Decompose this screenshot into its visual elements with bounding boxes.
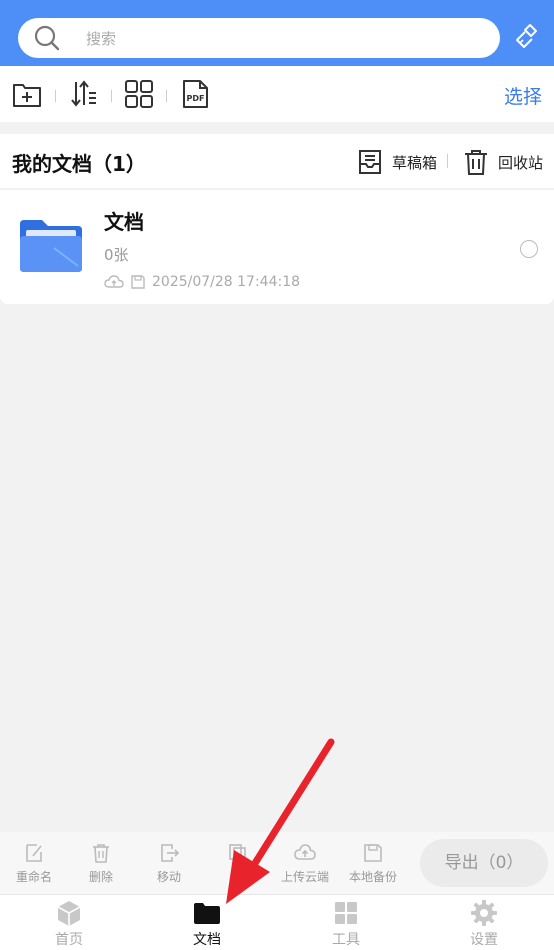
drafts-label: 草稿箱 (392, 153, 438, 172)
documents-section-header: 我的文档（1） 草稿箱 回收站 (0, 134, 554, 188)
section-divider (447, 154, 448, 168)
toolbar-divider (111, 90, 112, 102)
nav-tools[interactable]: 工具 (306, 899, 386, 949)
folder-icon (20, 220, 82, 272)
recycle-bin-button[interactable]: 回收站 (462, 148, 543, 176)
nav-tools-label: 工具 (332, 932, 360, 948)
recycle-bin-label: 回收站 (498, 153, 544, 172)
grid-view-icon[interactable] (124, 79, 154, 109)
search-input[interactable]: 搜索 (18, 18, 500, 58)
nav-home[interactable]: 首页 (29, 899, 109, 949)
folder-icon (194, 903, 220, 924)
gear-icon (471, 900, 497, 926)
move-label: 移动 (156, 870, 181, 884)
rename-button[interactable]: 重命名 (0, 842, 68, 885)
toolbar-divider (166, 90, 167, 102)
save-icon (364, 844, 382, 862)
search-placeholder: 搜索 (86, 30, 117, 48)
document-name: 文档 (104, 210, 144, 234)
cloud-upload-icon (294, 844, 316, 860)
select-button[interactable]: 选择 (504, 82, 542, 109)
nav-home-label: 首页 (55, 932, 83, 948)
upload-cloud-label: 上传云端 (280, 870, 329, 884)
trash-icon (465, 150, 487, 175)
spacer (0, 122, 554, 134)
home-cube-icon (57, 901, 81, 926)
clean-brush-icon[interactable] (512, 22, 542, 52)
nav-documents-label: 文档 (193, 932, 221, 948)
rename-label: 重命名 (15, 870, 52, 884)
document-list-item[interactable]: 文档 0张 2025/07/28 17:44:18 (0, 190, 554, 304)
pdf-icon-label: PDF (187, 94, 205, 103)
action-bar: 重命名 删除 移动 上传云端 本地备份 导出（0） (0, 832, 554, 894)
toolbar-divider (55, 90, 56, 102)
document-meta: 2025/07/28 17:44:18 (104, 274, 300, 290)
local-backup-label: 本地备份 (348, 870, 397, 884)
tools-grid-icon (335, 902, 357, 924)
top-bar: 搜索 (0, 0, 554, 66)
drafts-icon (359, 150, 381, 174)
cloud-upload-icon (104, 275, 124, 288)
export-button[interactable]: 导出（0） (420, 839, 548, 887)
section-title: 我的文档（1） (12, 152, 146, 176)
nav-settings-label: 设置 (470, 932, 498, 948)
sort-icon[interactable] (70, 79, 100, 109)
delete-label: 删除 (88, 870, 113, 884)
nav-documents[interactable]: 文档 (167, 899, 247, 949)
select-radio[interactable] (520, 240, 538, 258)
toolbar: PDF 选择 (0, 66, 554, 122)
edit-icon (26, 844, 42, 862)
drafts-button[interactable]: 草稿箱 (356, 148, 437, 176)
upload-cloud-button[interactable]: 上传云端 (271, 842, 339, 885)
search-icon (34, 25, 60, 51)
local-backup-button[interactable]: 本地备份 (339, 842, 407, 885)
delete-button[interactable]: 删除 (67, 842, 135, 885)
trash-icon (93, 844, 109, 863)
document-timestamp: 2025/07/28 17:44:18 (152, 274, 301, 290)
copy-icon (229, 844, 246, 863)
nav-settings[interactable]: 设置 (444, 899, 524, 949)
new-folder-icon[interactable] (12, 79, 42, 109)
page-count: 0张 (104, 246, 129, 264)
move-button[interactable]: 移动 (135, 842, 203, 885)
save-icon (131, 275, 145, 289)
move-icon (161, 844, 180, 862)
pdf-icon[interactable]: PDF (180, 79, 210, 109)
bottom-nav: 首页 文档 工具 设置 (0, 894, 554, 950)
copy-button[interactable] (203, 842, 271, 868)
